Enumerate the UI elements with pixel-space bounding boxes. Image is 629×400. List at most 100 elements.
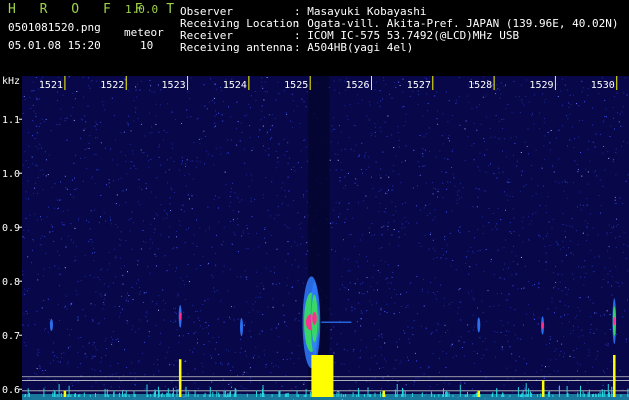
- noise-speck: [552, 165, 554, 167]
- noise-speck: [111, 97, 113, 99]
- meteor-echo: [49, 318, 53, 331]
- noise-speck: [360, 318, 362, 320]
- noise-speck: [111, 343, 113, 345]
- noise-speck: [109, 186, 110, 188]
- noise-speck: [275, 381, 277, 383]
- noise-speck: [348, 234, 350, 236]
- noise-speck: [582, 232, 584, 234]
- meteor-echo: [612, 298, 617, 345]
- noise-speck: [604, 169, 606, 171]
- noise-speck: [584, 371, 586, 373]
- noise-speck: [586, 198, 588, 200]
- noise-speck: [140, 80, 142, 82]
- noise-speck: [37, 148, 39, 150]
- noise-speck: [133, 120, 135, 122]
- noise-speck: [199, 227, 201, 229]
- noise-speck: [118, 386, 120, 388]
- noise-speck: [150, 191, 152, 193]
- noise-speck: [379, 127, 381, 129]
- noise-speck: [562, 246, 564, 248]
- noise-speck: [129, 143, 131, 145]
- noise-speck: [442, 196, 444, 198]
- noise-speck: [485, 171, 487, 173]
- noise-speck: [594, 171, 596, 173]
- noise-speck: [216, 290, 218, 291]
- noise-speck: [423, 278, 425, 280]
- noise-speck: [246, 355, 248, 357]
- noise-speck: [566, 293, 568, 295]
- noise-speck: [404, 160, 406, 162]
- noise-speck: [511, 232, 512, 234]
- noise-speck: [288, 190, 290, 192]
- noise-speck: [222, 364, 223, 366]
- noise-speck: [500, 219, 502, 220]
- noise-speck: [202, 327, 204, 329]
- noise-speck: [381, 226, 383, 228]
- noise-speck: [386, 193, 388, 195]
- noise-speck: [31, 90, 33, 92]
- noise-speck: [412, 334, 414, 336]
- noise-speck: [189, 389, 191, 391]
- noise-speck: [581, 329, 583, 331]
- noise-speck: [561, 322, 563, 324]
- noise-speck: [610, 232, 612, 234]
- noise-speck: [351, 306, 353, 308]
- noise-speck: [383, 80, 385, 81]
- noise-speck: [577, 169, 579, 171]
- noise-speck: [249, 136, 251, 138]
- noise-speck: [155, 255, 157, 257]
- noise-speck: [467, 250, 469, 252]
- noise-speck: [579, 297, 581, 299]
- noise-speck: [523, 287, 525, 289]
- noise-speck: [369, 368, 371, 370]
- noise-speck: [203, 344, 205, 345]
- noise-speck: [215, 264, 217, 266]
- noise-speck: [520, 152, 522, 153]
- noise-speck: [447, 158, 449, 160]
- noise-speck: [604, 333, 606, 334]
- noise-speck: [140, 149, 142, 151]
- noise-speck: [518, 234, 520, 236]
- noise-speck: [498, 120, 500, 122]
- noise-speck: [286, 359, 288, 360]
- noise-speck: [405, 221, 407, 222]
- noise-speck: [138, 360, 140, 362]
- noise-speck: [130, 167, 132, 169]
- noise-speck: [378, 191, 380, 192]
- noise-speck: [360, 283, 361, 285]
- noise-speck: [282, 358, 284, 360]
- noise-speck: [576, 362, 578, 364]
- noise-speck: [546, 233, 548, 235]
- noise-speck: [422, 153, 424, 155]
- noise-speck: [448, 135, 450, 136]
- noise-speck: [72, 106, 74, 108]
- noise-speck: [145, 187, 147, 189]
- noise-speck: [132, 299, 134, 300]
- noise-speck: [94, 369, 96, 371]
- noise-speck: [370, 134, 372, 136]
- noise-speck: [141, 189, 143, 191]
- noise-speck: [113, 331, 115, 333]
- noise-speck: [471, 290, 473, 292]
- noise-speck: [468, 331, 470, 332]
- noise-speck: [509, 346, 511, 348]
- noise-speck: [483, 137, 485, 139]
- noise-speck: [184, 242, 186, 244]
- noise-speck: [459, 288, 461, 289]
- noise-speck: [603, 370, 604, 372]
- noise-speck: [255, 297, 257, 299]
- noise-speck: [622, 251, 624, 253]
- noise-speck: [293, 363, 295, 365]
- noise-speck: [227, 290, 229, 292]
- noise-speck: [291, 264, 293, 266]
- noise-speck: [91, 80, 93, 82]
- noise-speck: [282, 182, 284, 184]
- noise-speck: [360, 325, 362, 327]
- noise-speck: [338, 92, 340, 94]
- noise-speck: [494, 341, 496, 343]
- noise-speck: [592, 302, 594, 304]
- noise-speck: [205, 230, 207, 232]
- noise-speck: [482, 233, 484, 235]
- noise-speck: [479, 337, 481, 339]
- noise-speck: [175, 271, 177, 273]
